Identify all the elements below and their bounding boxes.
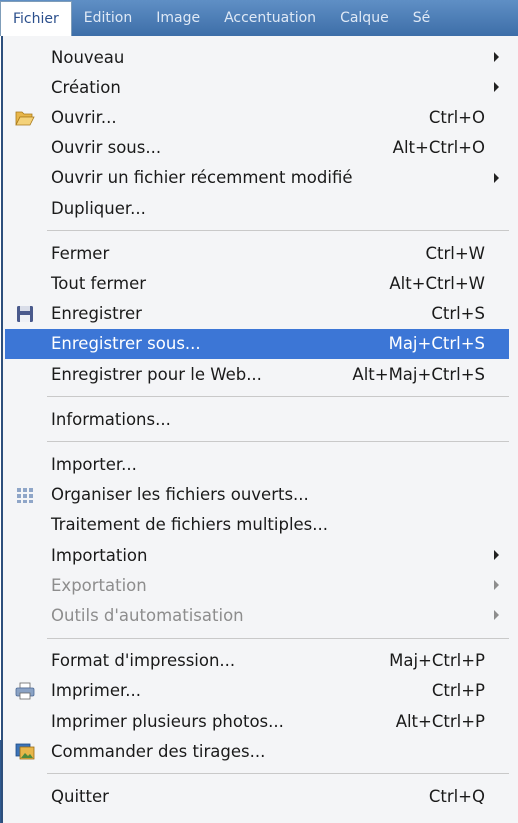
menu-item-label: Informations... bbox=[51, 409, 171, 429]
menubar-accentuation[interactable]: Accentuation bbox=[212, 0, 328, 36]
menu-item-label: Imprimer plusieurs photos... bbox=[51, 711, 284, 731]
folder-open-icon bbox=[15, 108, 35, 126]
menu-item-dupliquer[interactable]: Dupliquer... bbox=[5, 193, 509, 223]
submenu-arrow-icon bbox=[494, 580, 499, 591]
menu-item-shortcut: Maj+Ctrl+S bbox=[388, 334, 485, 354]
menu-item-ouvrir-un-fichier-recemment-modifie[interactable]: Ouvrir un fichier récemment modifié bbox=[5, 163, 509, 193]
menu-item-outils-d-automatisation: Outils d'automatisation bbox=[5, 600, 509, 630]
menu-item-label: Outils d'automatisation bbox=[51, 605, 244, 625]
floppy-disk-icon bbox=[15, 305, 35, 323]
submenu-arrow-icon bbox=[494, 52, 499, 62]
menu-item-shortcut: Ctrl+Q bbox=[428, 786, 485, 806]
submenu-arrow-icon bbox=[494, 550, 499, 560]
menu-item-shortcut: Ctrl+S bbox=[431, 304, 485, 324]
menu-item-label: Organiser les fichiers ouverts... bbox=[51, 485, 309, 505]
menu-item-label: Nouveau bbox=[51, 47, 125, 67]
menu-item-imprimer-plusieurs-photos[interactable]: Imprimer plusieurs photos... Alt+Ctrl+P bbox=[5, 706, 509, 736]
menu-item-label: Création bbox=[51, 77, 121, 97]
menubar-fichier[interactable]: Fichier bbox=[0, 0, 72, 36]
menu-item-label: Dupliquer... bbox=[51, 198, 146, 218]
menu-item-label: Ouvrir un fichier récemment modifié bbox=[51, 168, 353, 188]
menu-item-shortcut: Ctrl+P bbox=[431, 681, 485, 701]
submenu-arrow-icon bbox=[494, 82, 499, 93]
menu-item-label: Importation bbox=[51, 545, 148, 565]
submenu-arrow-icon bbox=[494, 172, 499, 183]
menu-item-commander-des-tirages[interactable]: Commander des tirages... bbox=[5, 736, 509, 766]
menu-item-label: Quitter bbox=[51, 786, 109, 806]
menu-item-shortcut: Alt+Ctrl+O bbox=[392, 138, 485, 158]
menu-item-shortcut: Alt+Ctrl+W bbox=[389, 273, 485, 293]
menu-item-traitement-de-fichiers-multiples[interactable]: Traitement de fichiers multiples... bbox=[5, 510, 509, 540]
submenu-arrow-icon bbox=[494, 610, 499, 621]
photo-prints-icon bbox=[15, 742, 35, 760]
menu-separator bbox=[47, 396, 509, 398]
menubar-selection[interactable]: Sé bbox=[401, 0, 443, 36]
menu-item-label: Format d'impression... bbox=[51, 651, 236, 671]
menu-item-informations[interactable]: Informations... bbox=[5, 404, 509, 434]
menu-item-enregistrer-pour-le-web[interactable]: Enregistrer pour le Web... Alt+Maj+Ctrl+S bbox=[5, 359, 509, 389]
menu-item-format-d-impression[interactable]: Format d'impression... Maj+Ctrl+P bbox=[5, 646, 509, 676]
menubar-image[interactable]: Image bbox=[144, 0, 212, 36]
menu-item-tout-fermer[interactable]: Tout fermer Alt+Ctrl+W bbox=[5, 268, 509, 298]
menu-separator bbox=[47, 773, 509, 775]
menu-item-creation[interactable]: Création bbox=[5, 72, 509, 102]
menu-item-label: Tout fermer bbox=[51, 273, 147, 293]
menu-item-imprimer[interactable]: Imprimer... Ctrl+P bbox=[5, 676, 509, 706]
fichier-dropdown-menu: Nouveau Création Ouvrir... Ctrl+O Ouvrir sou… bbox=[1, 36, 518, 823]
menu-item-shortcut: Maj+Ctrl+P bbox=[389, 651, 485, 671]
menu-item-label: Exportation bbox=[51, 575, 147, 595]
menu-separator bbox=[47, 637, 509, 639]
menu-item-organiser-les-fichiers-ouverts[interactable]: Organiser les fichiers ouverts... bbox=[5, 480, 509, 510]
menu-item-label: Fermer bbox=[51, 243, 110, 263]
menu-item-exportation: Exportation bbox=[5, 570, 509, 600]
menubar-calque[interactable]: Calque bbox=[328, 0, 401, 36]
menu-item-label: Commander des tirages... bbox=[51, 741, 266, 761]
menu-item-label: Imprimer... bbox=[51, 681, 142, 701]
grid-icon bbox=[15, 486, 35, 504]
menu-item-label: Enregistrer pour le Web... bbox=[51, 364, 262, 384]
menu-item-fermer[interactable]: Fermer Ctrl+W bbox=[5, 238, 509, 268]
menu-item-importation[interactable]: Importation bbox=[5, 540, 509, 570]
printer-icon bbox=[15, 682, 35, 700]
menu-item-ouvrir[interactable]: Ouvrir... Ctrl+O bbox=[5, 102, 509, 132]
menu-item-shortcut: Alt+Maj+Ctrl+S bbox=[352, 364, 485, 384]
menu-item-quitter[interactable]: Quitter Ctrl+Q bbox=[5, 781, 509, 811]
menu-item-shortcut: Ctrl+O bbox=[428, 107, 485, 127]
menu-item-enregistrer-sous[interactable]: Enregistrer sous... Maj+Ctrl+S bbox=[5, 328, 509, 359]
menu-item-importer[interactable]: Importer... bbox=[5, 449, 509, 479]
menu-item-label: Importer... bbox=[51, 454, 137, 474]
menu-item-shortcut: Alt+Ctrl+P bbox=[395, 711, 485, 731]
menu-item-label: Traitement de fichiers multiples... bbox=[51, 515, 329, 535]
menu-item-shortcut: Ctrl+W bbox=[425, 243, 486, 263]
menu-item-label: Ouvrir sous... bbox=[51, 138, 162, 158]
menu-separator bbox=[47, 441, 509, 443]
menu-bar: Fichier Edition Image Accentuation Calqu… bbox=[0, 0, 518, 36]
menu-item-ouvrir-sous[interactable]: Ouvrir sous... Alt+Ctrl+O bbox=[5, 133, 509, 163]
menu-item-label: Enregistrer bbox=[51, 304, 142, 324]
menubar-edition[interactable]: Edition bbox=[72, 0, 144, 36]
menu-item-label: Ouvrir... bbox=[51, 107, 117, 127]
menu-item-nouveau[interactable]: Nouveau bbox=[5, 42, 509, 72]
menu-item-label: Enregistrer sous... bbox=[51, 334, 201, 354]
menu-item-enregistrer[interactable]: Enregistrer Ctrl+S bbox=[5, 299, 509, 329]
menu-separator bbox=[47, 230, 509, 232]
